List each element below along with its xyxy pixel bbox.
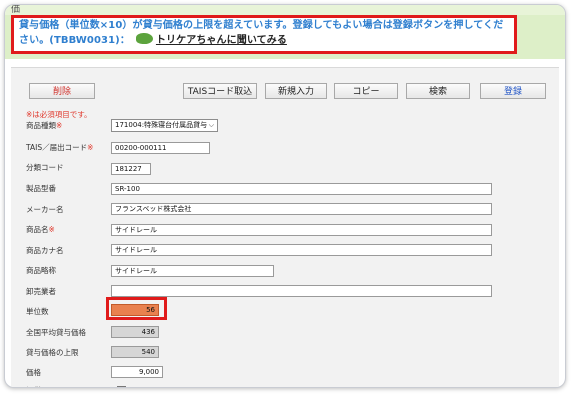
product-form: 削除 TAISコード取込 新規入力 コピー 検索 登録 ※は必須項目です。 商品… xyxy=(11,67,559,387)
wholesaler-field[interactable] xyxy=(111,285,492,297)
product-short-name-field[interactable]: サイドレール xyxy=(111,265,274,277)
alert-message-line2: さい。(TBBW0031)： xyxy=(19,34,130,46)
label-category: 商品種類※ xyxy=(26,120,62,131)
label-kana: 商品カナ名 xyxy=(26,246,64,255)
error-alert: 貸与価格（単位数×10）が貸与価格の上限を超えています。登録してもよい場合は登録… xyxy=(11,15,517,54)
label-units: 単位数 xyxy=(26,307,49,316)
required-note: ※は必須項目です。 xyxy=(26,110,92,119)
delete-button[interactable]: 削除 xyxy=(29,83,95,99)
tais-code-field[interactable]: 00200-000111 xyxy=(111,142,210,154)
copy-button[interactable]: コピー xyxy=(334,83,398,99)
window-title-strip: 価 xyxy=(5,5,565,15)
required-mark: ※ xyxy=(87,143,94,152)
form-toolbar: 削除 TAISコード取込 新規入力 コピー 検索 登録 xyxy=(11,68,559,102)
tais-import-button[interactable]: TAISコード取込 xyxy=(183,83,257,99)
label-tais: TAIS／届出コード※ xyxy=(26,142,93,153)
ask-trikea-link[interactable]: トリケアちゃんに聞いてみる xyxy=(156,35,287,46)
window-title: 価 xyxy=(11,5,21,15)
maker-name-field[interactable]: フランスベッド株式会社 xyxy=(111,203,492,215)
taxable-checkbox[interactable] xyxy=(117,386,126,387)
label-category-text: 商品種類 xyxy=(26,121,56,130)
required-mark: ※ xyxy=(56,121,63,130)
price-field[interactable]: 9,000 xyxy=(111,366,163,378)
label-model: 製品型番 xyxy=(26,184,56,193)
label-price-limit: 貸与価格の上限 xyxy=(26,348,79,357)
units-highlight xyxy=(106,297,167,320)
label-avg-price: 全国平均貸与価格 xyxy=(26,328,86,337)
label-classification: 分類コード xyxy=(26,163,64,172)
required-mark: ※ xyxy=(48,225,55,234)
screenshot-frame: 価 貸与価格（単位数×10）が貸与価格の上限を超えています。登録してもよい場合は… xyxy=(4,4,566,388)
product-kana-field[interactable]: サイドレール xyxy=(111,244,492,256)
label-name: 商品名※ xyxy=(26,224,55,235)
average-rental-price-field: 436 xyxy=(111,326,159,338)
search-button[interactable]: 検索 xyxy=(406,83,470,99)
label-name-text: 商品名 xyxy=(26,225,49,234)
rental-price-limit-field: 540 xyxy=(111,346,159,358)
product-name-field[interactable]: サイドレール xyxy=(111,224,492,236)
category-select[interactable]: 171004:特殊寝台付属品貸与 ⌵ xyxy=(111,119,218,132)
label-price: 価格 xyxy=(26,368,41,377)
label-maker: メーカー名 xyxy=(26,205,64,214)
green-blob-icon xyxy=(135,32,153,44)
label-short: 商品略称 xyxy=(26,266,56,275)
model-number-field[interactable]: SR-100 xyxy=(111,183,492,195)
chevron-down-icon: ⌵ xyxy=(208,121,214,129)
label-taxable: 課税 xyxy=(26,385,41,387)
alert-message-line1: 貸与価格（単位数×10）が貸与価格の上限を超えています。登録してもよい場合は登録… xyxy=(19,20,504,31)
classification-code-field[interactable]: 181227 xyxy=(111,163,151,175)
new-entry-button[interactable]: 新規入力 xyxy=(265,83,327,99)
register-button[interactable]: 登録 xyxy=(480,83,546,99)
category-select-value: 171004:特殊寝台付属品貸与 xyxy=(115,121,208,129)
label-wholesaler: 卸売業者 xyxy=(26,287,56,296)
alert-text: 貸与価格（単位数×10）が貸与価格の上限を超えています。登録してもよい場合は登録… xyxy=(19,19,513,47)
label-tais-text: TAIS／届出コード xyxy=(26,143,88,152)
